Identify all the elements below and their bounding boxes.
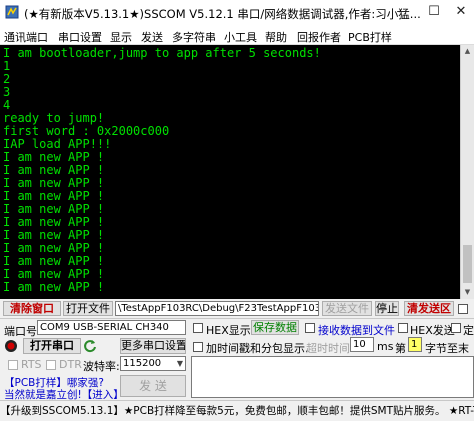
menu-serial-settings[interactable]: 串口设置 xyxy=(58,29,102,45)
status-bar: 【升级到SSCOM5.13.1】★PCB打样降至每款5元，免费包邮，顺丰包邮！提… xyxy=(0,400,474,421)
scroll-up-icon[interactable]: ▲ xyxy=(461,45,474,58)
baud-select[interactable]: 115200 ▼ xyxy=(120,356,186,371)
title-bar[interactable]: (★有新版本V5.13.1★)SSCOM V5.12.1 串口/网络数据调试器,… xyxy=(0,0,474,26)
open-file-button[interactable]: 打开文件 xyxy=(63,301,113,316)
dtr-checkbox[interactable] xyxy=(46,360,56,370)
timestamp-label: 加时间戳和分包显示. xyxy=(206,342,309,355)
file-path-input[interactable]: \TestAppF103RC\Debug\F23TestAppF103RC.bi… xyxy=(115,301,319,316)
close-button[interactable]: ✕ xyxy=(447,0,474,26)
send-file-button[interactable]: 发送文件 xyxy=(322,301,372,316)
dtr-label: DTR xyxy=(59,358,82,371)
port-status-icon xyxy=(5,340,17,352)
byte-start-input[interactable]: 1 xyxy=(408,337,422,352)
timeout-label: 超时时间 xyxy=(306,342,350,355)
port-label: 端口号 xyxy=(4,325,37,338)
hex-send-checkbox[interactable] xyxy=(398,323,408,333)
stop-button[interactable]: 停止 xyxy=(375,301,399,316)
rts-checkbox[interactable] xyxy=(8,360,18,370)
more-settings-button[interactable]: 更多串口设置 xyxy=(120,338,186,354)
chevron-down-icon: ▼ xyxy=(176,359,183,368)
port-select-value: COM9 USB-SERIAL CH340 xyxy=(40,322,169,333)
timestamp-checkbox[interactable] xyxy=(193,342,203,352)
page-label: 第 xyxy=(395,342,406,355)
menu-port[interactable]: 通讯端口 xyxy=(4,29,48,45)
menu-multi-string[interactable]: 多字符串 xyxy=(172,29,216,45)
menu-display[interactable]: 显示 xyxy=(110,29,132,45)
scrollbar-thumb[interactable] xyxy=(463,245,472,283)
hex-send-label: HEX发送 xyxy=(410,324,455,337)
minimize-button[interactable]: — xyxy=(389,0,417,26)
menu-pcb[interactable]: PCB打样 xyxy=(348,29,392,45)
terminal-scrollbar[interactable]: ▲ ▼ xyxy=(460,45,474,299)
recv-to-file-label: 接收数据到文件 xyxy=(318,324,395,337)
timed-send-label: 定 xyxy=(463,324,474,337)
terminal-line: I am new APP ! xyxy=(3,280,105,294)
baud-label: 波特率: xyxy=(83,360,120,373)
timeout-input[interactable]: 10 xyxy=(350,337,374,352)
send-button[interactable]: 发 送 xyxy=(120,375,186,397)
scroll-down-icon[interactable]: ▼ xyxy=(461,286,474,299)
byte-end-label: 字节至末 xyxy=(425,342,469,355)
app-icon xyxy=(5,5,19,19)
hex-display-checkbox[interactable] xyxy=(193,323,203,333)
recv-to-file-checkbox[interactable] xyxy=(305,323,315,333)
open-port-button[interactable]: 打开串口 xyxy=(23,338,81,354)
timed-send-checkbox[interactable] xyxy=(451,323,461,333)
baud-select-value: 115200 xyxy=(123,358,162,369)
rts-label: RTS xyxy=(21,358,42,371)
divider xyxy=(0,318,474,319)
last-checkbox[interactable] xyxy=(458,304,468,314)
menu-bar: 通讯端口 串口设置 显示 发送 多字符串 小工具 帮助 回报作者 PCB打样 xyxy=(0,26,474,45)
window-title: (★有新版本V5.13.1★)SSCOM V5.12.1 串口/网络数据调试器,… xyxy=(24,7,421,21)
clear-send-button[interactable]: 清发送区 xyxy=(404,301,454,316)
terminal-line: I am bootloader,jump to app after 5 seco… xyxy=(3,46,321,60)
clear-window-button[interactable]: 清除窗口 xyxy=(3,301,61,316)
refresh-icon[interactable] xyxy=(83,339,97,353)
ms-label: ms xyxy=(377,340,394,353)
menu-feedback[interactable]: 回报作者 xyxy=(297,29,341,45)
hex-display-label: HEX显示 xyxy=(206,324,251,337)
port-select[interactable]: COM9 USB-SERIAL CH340 xyxy=(37,320,186,335)
menu-help[interactable]: 帮助 xyxy=(265,29,287,45)
sscom-window: (★有新版本V5.13.1★)SSCOM V5.12.1 串口/网络数据调试器,… xyxy=(0,0,474,421)
receive-area[interactable]: I am bootloader,jump to app after 5 seco… xyxy=(0,45,474,299)
save-data-button[interactable]: 保存数据 xyxy=(251,320,299,335)
menu-send[interactable]: 发送 xyxy=(141,29,163,45)
maximize-button[interactable]: ☐ xyxy=(420,0,448,26)
send-text-area[interactable] xyxy=(191,356,474,398)
menu-tools[interactable]: 小工具 xyxy=(224,29,257,45)
